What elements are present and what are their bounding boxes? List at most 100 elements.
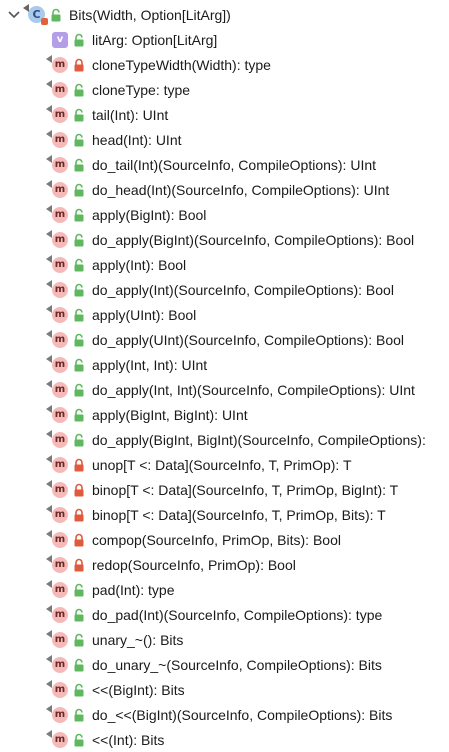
private-lock-icon: [73, 558, 85, 572]
tree-node-label: tail(Int): UInt: [92, 106, 169, 123]
tree-node-label: do_tail(Int)(SourceInfo, CompileOptions)…: [92, 156, 377, 173]
method-icon: m: [46, 404, 68, 423]
tree-node-label: apply(Int, Int): UInt: [92, 356, 208, 373]
tree-node-member[interactable]: m do_apply(Int)(SourceInfo, CompileOption…: [0, 277, 449, 302]
public-lock-icon: [73, 708, 85, 722]
implements-arrow-icon: [46, 504, 53, 513]
tree-node-member[interactable]: m do_apply(BigInt, BigInt)(SourceInfo, Co…: [0, 427, 449, 452]
public-lock-icon: [73, 33, 85, 47]
public-lock-icon: [73, 658, 85, 672]
method-icon: m: [46, 79, 68, 98]
tree-node-member[interactable]: m apply(BigInt, BigInt): UInt: [0, 402, 449, 427]
method-icon: m: [46, 704, 68, 723]
public-lock-icon: [73, 133, 85, 147]
tree-node-member[interactable]: m cloneTypeWidth(Width): type: [0, 52, 449, 77]
tree-node-member[interactable]: m <<(Int): Bits: [0, 727, 449, 752]
tree-node-member[interactable]: m do_head(Int)(SourceInfo, CompileOptions…: [0, 177, 449, 202]
tree-node-member[interactable]: m pad(Int): type: [0, 577, 449, 602]
method-icon: m: [46, 504, 68, 523]
override-arrow-icon: [23, 4, 30, 12]
tree-node-member[interactable]: m do_apply(BigInt)(SourceInfo, CompileOpt…: [0, 227, 449, 252]
public-lock-icon: [73, 158, 85, 172]
public-lock-icon: [73, 608, 85, 622]
private-lock-icon: [73, 508, 85, 522]
tree-node-member[interactable]: m do_apply(Int, Int)(SourceInfo, CompileO…: [0, 377, 449, 402]
tree-node-member[interactable]: m binop[T <: Data](SourceInfo, T, PrimOp,…: [0, 502, 449, 527]
implements-arrow-icon: [46, 379, 53, 388]
tree-node-member[interactable]: m do_unary_~(SourceInfo, CompileOptions):…: [0, 652, 449, 677]
public-lock-icon: [73, 183, 85, 197]
public-lock-icon: [73, 433, 85, 447]
implements-arrow-icon: [46, 54, 53, 63]
implements-arrow-icon: [46, 129, 53, 138]
chevron-down-icon[interactable]: [4, 5, 24, 25]
implements-arrow-icon: [46, 704, 53, 713]
tree-node-label: unary_~(): Bits: [92, 631, 184, 648]
public-lock-icon: [73, 633, 85, 647]
private-lock-icon: [73, 58, 85, 72]
tree-node-label: do_head(Int)(SourceInfo, CompileOptions)…: [92, 181, 390, 198]
tree-node-member[interactable]: v litArg: Option[LitArg]: [0, 27, 449, 52]
tree-node-member[interactable]: m apply(Int, Int): UInt: [0, 352, 449, 377]
method-icon: m: [46, 254, 68, 273]
public-lock-icon: [73, 333, 85, 347]
method-icon: m: [46, 279, 68, 298]
val-icon: v: [52, 31, 68, 48]
implements-arrow-icon: [46, 104, 53, 113]
method-icon: m: [46, 229, 68, 248]
method-icon: m: [46, 629, 68, 648]
tree-node-label: unop[T <: Data](SourceInfo, T, PrimOp): …: [92, 456, 352, 473]
implements-arrow-icon: [46, 79, 53, 88]
tree-node-member[interactable]: m unop[T <: Data](SourceInfo, T, PrimOp):…: [0, 452, 449, 477]
tree-node-member[interactable]: m apply(BigInt): Bool: [0, 202, 449, 227]
tree-node-member[interactable]: m <<(BigInt): Bits: [0, 677, 449, 702]
tree-node-member[interactable]: m cloneType: type: [0, 77, 449, 102]
tree-node-member[interactable]: m apply(UInt): Bool: [0, 302, 449, 327]
implements-arrow-icon: [46, 204, 53, 213]
method-icon: m: [46, 379, 68, 398]
tree-node-member[interactable]: m do_pad(Int)(SourceInfo, CompileOptions)…: [0, 602, 449, 627]
method-icon: m: [46, 604, 68, 623]
tree-node-label: redop(SourceInfo, PrimOp): Bool: [92, 556, 296, 573]
tree-node-label: do_<<(BigInt)(SourceInfo, CompileOptions…: [92, 706, 393, 723]
tree-node-member[interactable]: m do_<<(BigInt)(SourceInfo, CompileOption…: [0, 702, 449, 727]
public-lock-icon: [73, 733, 85, 747]
method-icon: m: [46, 354, 68, 373]
member-list: v litArg: Option[LitArg] m cloneTypeWidth(W…: [0, 27, 449, 752]
tree-node-member[interactable]: m head(Int): UInt: [0, 127, 449, 152]
implements-arrow-icon: [46, 429, 53, 438]
tree-node-label: do_apply(BigInt, BigInt)(SourceInfo, Com…: [92, 431, 426, 448]
public-lock-icon: [73, 408, 85, 422]
tree-node-member[interactable]: m compop(SourceInfo, PrimOp, Bits): Bool: [0, 527, 449, 552]
tree-node-member[interactable]: m redop(SourceInfo, PrimOp): Bool: [0, 552, 449, 577]
implements-arrow-icon: [46, 154, 53, 163]
method-icon: m: [46, 179, 68, 198]
tree-node-member[interactable]: m tail(Int): UInt: [0, 102, 449, 127]
method-icon: m: [46, 204, 68, 223]
implements-arrow-icon: [46, 354, 53, 363]
tree-node-member[interactable]: m do_tail(Int)(SourceInfo, CompileOptions…: [0, 152, 449, 177]
implements-arrow-icon: [46, 179, 53, 188]
method-icon: m: [46, 429, 68, 448]
public-lock-icon: [73, 233, 85, 247]
method-icon: m: [46, 479, 68, 498]
public-lock-icon: [73, 283, 85, 297]
tree-node-member[interactable]: m unary_~(): Bits: [0, 627, 449, 652]
tree-node-label: do_apply(UInt)(SourceInfo, CompileOption…: [92, 331, 405, 348]
implements-arrow-icon: [46, 479, 53, 488]
method-icon: m: [46, 579, 68, 598]
tree-node-member[interactable]: m binop[T <: Data](SourceInfo, T, PrimOp,…: [0, 477, 449, 502]
tree-node-label: pad(Int): type: [92, 581, 175, 598]
tree-node-member[interactable]: m do_apply(UInt)(SourceInfo, CompileOptio…: [0, 327, 449, 352]
tree-node-label: litArg: Option[LitArg]: [92, 31, 218, 48]
class-icon: C: [23, 4, 48, 25]
public-lock-icon: [73, 83, 85, 97]
private-lock-icon: [73, 483, 85, 497]
method-icon: m: [46, 104, 68, 123]
implements-arrow-icon: [46, 254, 53, 263]
tree-node-member[interactable]: m apply(Int): Bool: [0, 252, 449, 277]
tree-node-label: do_pad(Int)(SourceInfo, CompileOptions):…: [92, 606, 383, 623]
tree-node-label: <<(Int): Bits: [92, 731, 165, 748]
method-icon: m: [46, 554, 68, 573]
tree-node-class-bits[interactable]: C Bits(Width, Option[LitArg]): [0, 2, 449, 27]
